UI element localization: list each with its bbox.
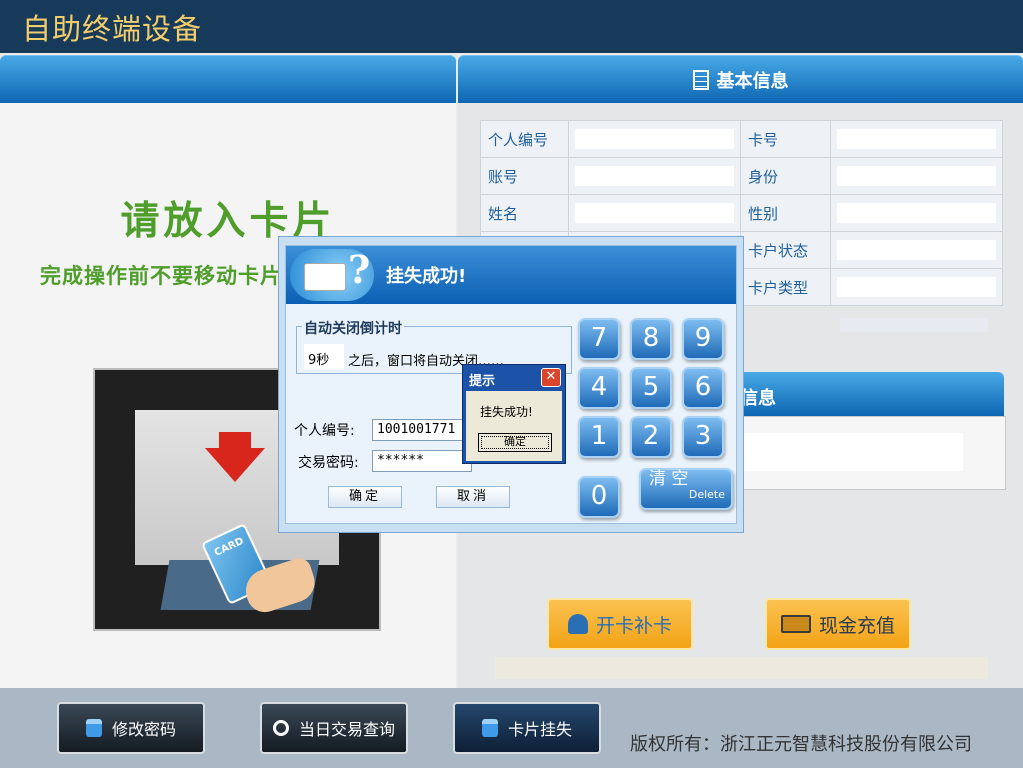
cash-icon — [780, 615, 811, 633]
keypad-clear-button[interactable]: 清 空 Delete — [639, 468, 733, 510]
app-title: 自助终端设备 — [22, 12, 203, 46]
field-value — [568, 157, 741, 195]
field-label: 卡户状态 — [740, 231, 831, 269]
field-value — [568, 120, 741, 158]
tip-body: 挂失成功! 确定 — [466, 391, 562, 461]
report-lost-button[interactable]: 卡片挂失 — [453, 702, 601, 754]
daily-query-label: 当日交易查询 — [298, 720, 395, 739]
close-icon[interactable]: ✕ — [541, 368, 561, 387]
insert-card-subtitle: 完成操作前不要移动卡片 — [40, 264, 280, 288]
keypad-4[interactable]: 4 — [578, 367, 620, 409]
daily-query-button[interactable]: 当日交易查询 — [260, 702, 408, 754]
field-label: 卡户类型 — [740, 268, 831, 306]
keypad-6[interactable]: 6 — [682, 367, 724, 409]
field-label: 卡号 — [740, 120, 831, 158]
keypad-9[interactable]: 9 — [682, 318, 724, 360]
down-arrow-icon — [205, 448, 265, 482]
user-icon — [567, 614, 588, 634]
open-card-label: 开卡补卡 — [595, 614, 672, 637]
keypad-2[interactable]: 2 — [630, 416, 672, 458]
report-lost-label: 卡片挂失 — [507, 720, 572, 739]
person-id-label: 个人编号: — [294, 423, 355, 439]
table-row: 账号 身份 — [480, 157, 1003, 195]
basic-info-title: 基本信息 — [716, 70, 789, 92]
keypad-5[interactable]: 5 — [630, 367, 672, 409]
countdown-label: 自动关闭倒计时 — [302, 318, 404, 338]
person-id-input[interactable]: 1001001771 — [372, 419, 472, 441]
lock-icon — [85, 719, 102, 737]
field-value — [568, 194, 741, 232]
dialog-title: 挂失成功! — [386, 266, 467, 287]
lock-icon — [481, 719, 498, 737]
second-panel-field — [715, 433, 963, 471]
field-label: 姓名 — [480, 194, 569, 232]
keypad-7[interactable]: 7 — [578, 318, 620, 360]
field-value — [830, 268, 1003, 306]
field-value — [830, 157, 1003, 195]
change-password-label: 修改密码 — [111, 720, 176, 739]
keypad-3[interactable]: 3 — [682, 416, 724, 458]
dialog-header: ? 挂失成功! — [286, 246, 736, 304]
clear-sublabel: Delete — [688, 488, 725, 501]
change-password-button[interactable]: 修改密码 — [57, 702, 205, 754]
field-label: 个人编号 — [480, 120, 569, 158]
basic-info-header: 基本信息 — [458, 55, 1023, 103]
copyright-text: 版权所有：浙江正元智慧科技股份有限公司 — [630, 734, 972, 755]
password-label: 交易密码: — [298, 455, 359, 471]
field-label: 账号 — [480, 157, 569, 195]
id-card-icon — [304, 263, 346, 291]
decor-strip — [840, 318, 988, 332]
confirm-button[interactable]: 确定 — [328, 486, 402, 508]
countdown-seconds: 9秒 — [304, 344, 344, 370]
tip-ok-button[interactable]: 确定 — [478, 433, 552, 452]
tip-title: 提示 — [469, 374, 496, 389]
keypad-0[interactable]: 0 — [578, 476, 620, 518]
field-value — [830, 231, 1003, 269]
search-icon — [272, 720, 289, 736]
left-panel-header — [0, 55, 456, 103]
password-input[interactable]: ****** — [372, 450, 472, 472]
keypad-1[interactable]: 1 — [578, 416, 620, 458]
question-mark-icon: ? — [348, 247, 371, 292]
clear-label: 清 空 — [649, 469, 689, 489]
keypad-8[interactable]: 8 — [630, 318, 672, 360]
second-panel-title: 信息 — [740, 388, 776, 409]
field-value — [830, 194, 1003, 232]
table-row: 个人编号 卡号 — [480, 120, 1003, 158]
cash-recharge-button[interactable]: 现金充值 — [765, 598, 911, 650]
field-value — [830, 120, 1003, 158]
field-label: 性别 — [740, 194, 831, 232]
tip-message: 挂失成功! — [480, 405, 533, 419]
cancel-button[interactable]: 取消 — [436, 486, 510, 508]
document-icon — [692, 69, 709, 90]
cash-recharge-label: 现金充值 — [818, 614, 895, 637]
field-label: 身份 — [740, 157, 831, 195]
open-card-button[interactable]: 开卡补卡 — [547, 598, 693, 650]
id-card-question-icon: ? — [290, 247, 374, 301]
table-row: 姓名 性别 — [480, 194, 1003, 232]
tip-messagebox: 提示 ✕ 挂失成功! 确定 — [462, 364, 566, 464]
decor-strip — [495, 657, 988, 679]
